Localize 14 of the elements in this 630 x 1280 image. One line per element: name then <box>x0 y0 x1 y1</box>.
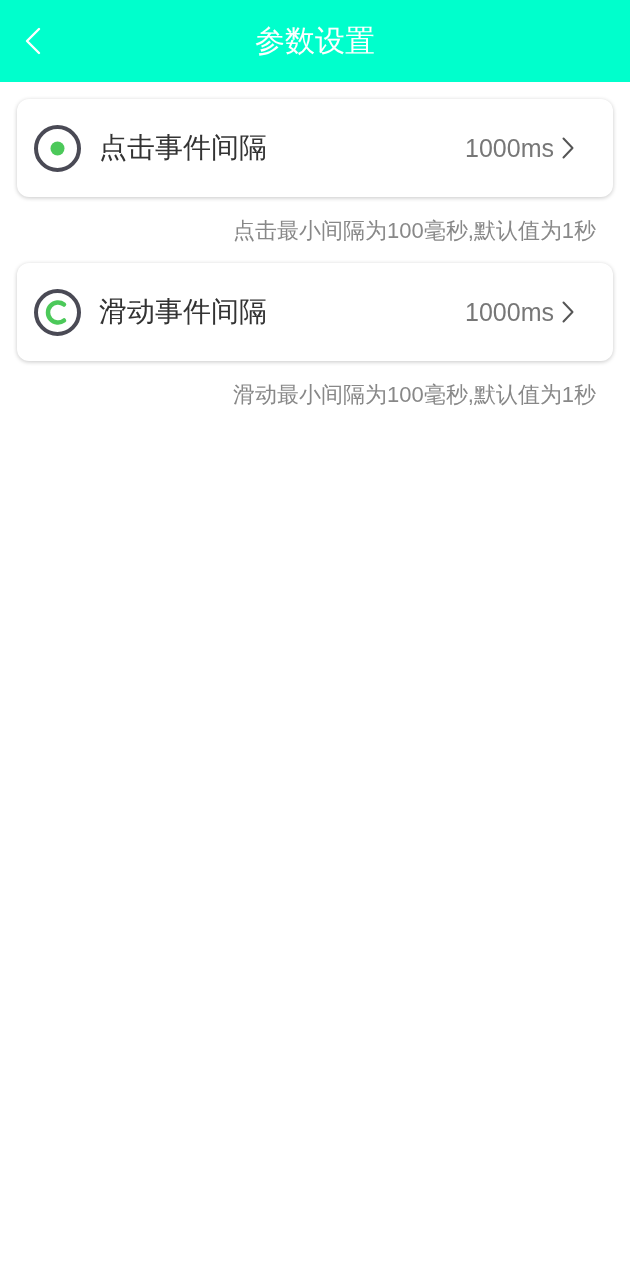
setting-card[interactable]: 滑动事件间隔 1000ms <box>17 263 613 361</box>
chevron-left-icon <box>25 27 41 55</box>
setting-label: 滑动事件间隔 <box>99 295 268 329</box>
radio-dot-icon <box>34 124 81 172</box>
page-title: 参数设置 <box>255 23 375 59</box>
setting-hint: 滑动最小间隔为100毫秒,默认值为1秒 <box>232 382 596 408</box>
setting-hint: 点击最小间隔为100毫秒,默认值为1秒 <box>232 218 596 244</box>
ring-c-icon <box>34 288 81 336</box>
setting-label: 点击事件间隔 <box>99 131 268 165</box>
setting-card[interactable]: 点击事件间隔 1000ms <box>17 99 613 197</box>
setting-value: 1000ms <box>465 297 554 327</box>
setting-value: 1000ms <box>465 133 554 163</box>
chevron-right-icon <box>562 301 574 323</box>
chevron-right-icon <box>562 137 574 159</box>
